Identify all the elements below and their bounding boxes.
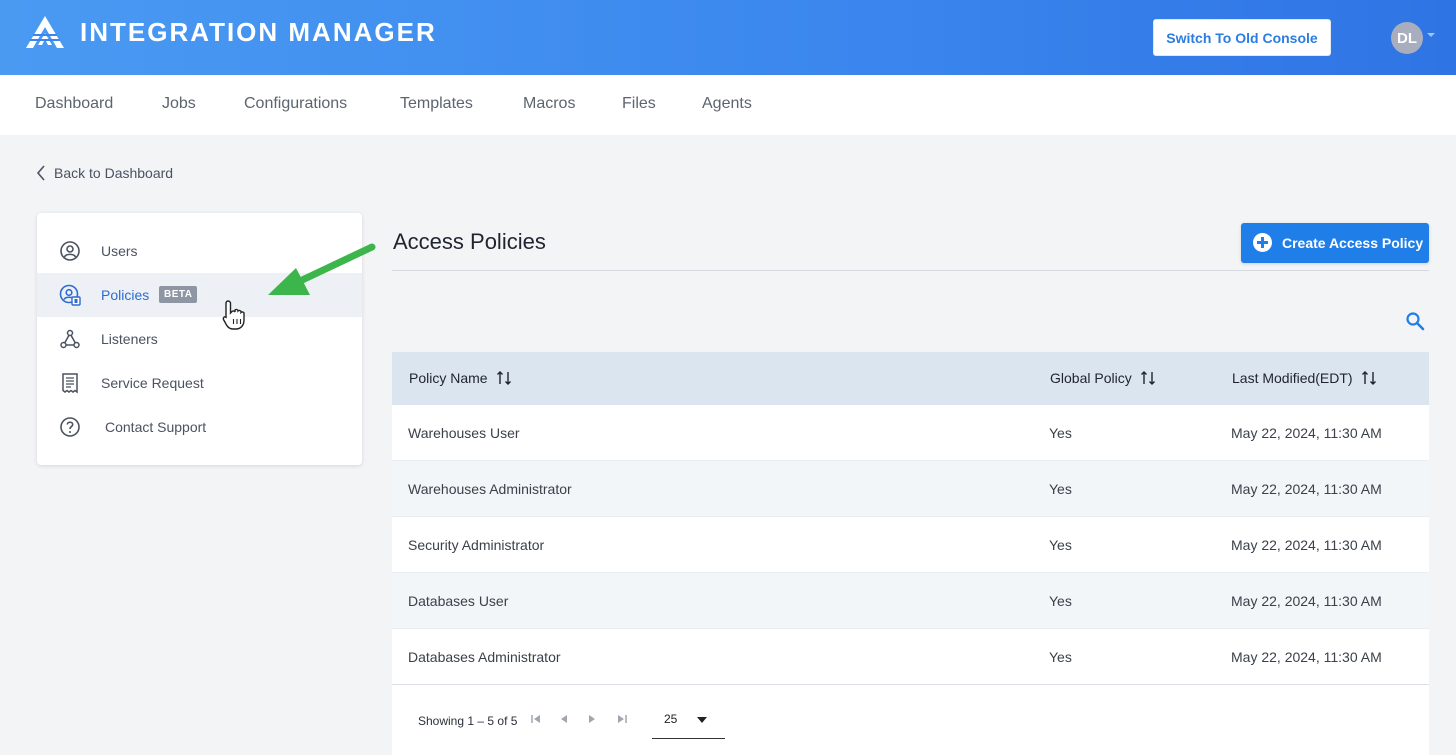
avatar[interactable]: DL	[1391, 22, 1423, 54]
sort-icon	[1140, 371, 1155, 385]
page-title: Access Policies	[393, 229, 546, 254]
app-title: INTEGRATION MANAGER	[80, 16, 437, 47]
nav-agents[interactable]: Agents	[702, 95, 752, 113]
nav-files[interactable]: Files	[622, 95, 656, 113]
switch-console-button[interactable]: Switch To Old Console	[1153, 19, 1331, 56]
plus-circle-icon	[1253, 233, 1272, 252]
settings-sidebar: Users Policies BETA Listeners Service Re…	[37, 213, 362, 465]
policies-table: Policy Name Global Policy Last Modified(…	[392, 352, 1429, 685]
cell-last-modified: May 22, 2024, 11:30 AM	[1231, 537, 1382, 553]
sidebar-item-contact-support[interactable]: Contact Support	[37, 405, 362, 449]
column-header-label: Policy Name	[409, 370, 488, 386]
sidebar-item-label: Service Request	[101, 375, 204, 391]
column-header-label: Global Policy	[1050, 370, 1132, 386]
sort-icon	[496, 371, 511, 385]
cell-last-modified: May 22, 2024, 11:30 AM	[1231, 649, 1382, 665]
cell-global-policy: Yes	[1049, 481, 1072, 497]
nav-jobs[interactable]: Jobs	[162, 95, 196, 113]
cell-global-policy: Yes	[1049, 537, 1072, 553]
nav-macros[interactable]: Macros	[523, 95, 575, 113]
user-circle-icon	[60, 241, 80, 261]
last-page-icon[interactable]	[616, 713, 628, 725]
sort-icon	[1361, 371, 1376, 385]
column-header-global-policy[interactable]: Global Policy	[1050, 370, 1156, 386]
sidebar-item-label: Listeners	[101, 331, 158, 347]
search-icon[interactable]	[1405, 311, 1425, 331]
create-access-policy-button[interactable]: Create Access Policy	[1241, 223, 1429, 263]
user-shield-icon	[59, 284, 81, 306]
cell-global-policy: Yes	[1049, 593, 1072, 609]
cell-last-modified: May 22, 2024, 11:30 AM	[1231, 425, 1382, 441]
column-header-last-modified[interactable]: Last Modified(EDT)	[1232, 370, 1377, 386]
column-header-label: Last Modified(EDT)	[1232, 370, 1353, 386]
first-page-icon[interactable]	[530, 713, 542, 725]
cell-policy-name: Databases User	[408, 593, 509, 609]
chevron-left-icon	[36, 165, 45, 181]
cell-policy-name: Warehouses User	[408, 425, 520, 441]
create-button-label: Create Access Policy	[1282, 235, 1424, 251]
nav-dashboard[interactable]: Dashboard	[35, 95, 113, 113]
logo-icon	[26, 16, 64, 48]
pagination: Showing 1 – 5 of 5 25	[392, 684, 1429, 755]
sidebar-item-label: Contact Support	[105, 419, 207, 435]
nav-configurations[interactable]: Configurations	[244, 95, 347, 113]
table-header: Policy Name Global Policy Last Modified(…	[392, 352, 1429, 405]
main-nav: Dashboard Jobs Configurations Templates …	[0, 75, 1456, 135]
pagination-summary: Showing 1 – 5 of 5	[418, 714, 518, 728]
cell-policy-name: Warehouses Administrator	[408, 481, 572, 497]
cell-global-policy: Yes	[1049, 649, 1072, 665]
cell-last-modified: May 22, 2024, 11:30 AM	[1231, 481, 1382, 497]
webhook-icon	[60, 329, 80, 349]
per-page-value: 25	[664, 712, 678, 726]
app-header: INTEGRATION MANAGER Switch To Old Consol…	[0, 0, 1456, 75]
title-divider	[392, 270, 1429, 271]
previous-page-icon[interactable]	[558, 713, 570, 725]
brand: INTEGRATION MANAGER	[24, 14, 437, 50]
sidebar-item-listeners[interactable]: Listeners	[37, 317, 362, 361]
table-row[interactable]: Warehouses Administrator Yes May 22, 202…	[392, 461, 1429, 517]
chevron-down-icon	[697, 717, 707, 723]
back-link-label: Back to Dashboard	[54, 165, 174, 181]
next-page-icon[interactable]	[586, 713, 598, 725]
table-row[interactable]: Databases User Yes May 22, 2024, 11:30 A…	[392, 573, 1429, 629]
cell-policy-name: Databases Administrator	[408, 649, 561, 665]
table-row[interactable]: Warehouses User Yes May 22, 2024, 11:30 …	[392, 405, 1429, 461]
sidebar-item-label: Policies	[101, 287, 150, 303]
receipt-icon	[62, 373, 78, 394]
table-row[interactable]: Security Administrator Yes May 22, 2024,…	[392, 517, 1429, 573]
sidebar-item-users[interactable]: Users	[37, 229, 362, 273]
sidebar-item-policies[interactable]: Policies BETA	[37, 273, 362, 317]
beta-badge: BETA	[159, 286, 198, 303]
cell-global-policy: Yes	[1049, 425, 1072, 441]
table-row[interactable]: Databases Administrator Yes May 22, 2024…	[392, 629, 1429, 685]
column-header-policy-name[interactable]: Policy Name	[409, 370, 512, 386]
cell-last-modified: May 22, 2024, 11:30 AM	[1231, 593, 1382, 609]
help-circle-icon	[60, 417, 80, 437]
nav-templates[interactable]: Templates	[400, 95, 473, 113]
avatar-menu-caret-icon[interactable]	[1427, 33, 1435, 37]
sidebar-item-label: Users	[101, 243, 138, 259]
cell-policy-name: Security Administrator	[408, 537, 545, 553]
back-to-dashboard-link[interactable]: Back to Dashboard	[36, 164, 173, 182]
sidebar-item-service-request[interactable]: Service Request	[37, 361, 362, 405]
per-page-select[interactable]: 25	[652, 707, 725, 739]
